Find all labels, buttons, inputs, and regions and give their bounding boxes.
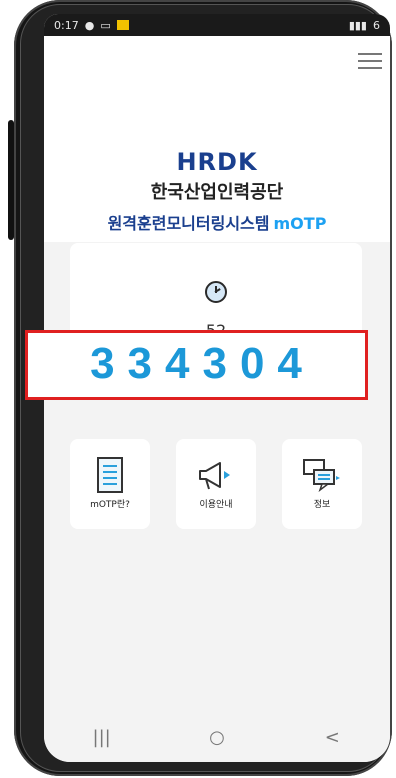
system-title: 원격훈련모니터링시스템 mOTP xyxy=(44,210,390,234)
megaphone-icon xyxy=(176,453,256,497)
system-title-suffix: mOTP xyxy=(273,214,327,233)
battery-level: 6 xyxy=(373,18,380,32)
tile-info[interactable]: 정보 xyxy=(282,439,362,529)
tile-label: mOTP란? xyxy=(90,500,130,510)
menu-tiles: mOTP란? 이용안내 정보 xyxy=(70,439,362,529)
home-button[interactable]: ○ xyxy=(197,727,237,748)
tile-label: 이용안내 xyxy=(199,500,233,510)
document-icon xyxy=(70,453,150,497)
recent-apps-button[interactable]: ||| xyxy=(82,727,122,748)
notification-icon: ● xyxy=(84,18,95,32)
message-icon: ▭ xyxy=(100,18,111,32)
system-title-text: 원격훈련모니터링시스템 xyxy=(107,214,270,233)
header: HRDK 한국산업인력공단 원격훈련모니터링시스템 mOTP xyxy=(44,86,390,242)
app-notification-icon xyxy=(116,20,129,30)
tile-what-is-motp[interactable]: mOTP란? xyxy=(70,439,150,529)
status-time: 0:17 xyxy=(54,18,79,32)
otp-code: 334304 xyxy=(90,339,315,388)
organization-name: 한국산업인력공단 xyxy=(150,182,284,203)
signal-icon: ▮▮▮ xyxy=(348,18,367,32)
tile-usage-guide[interactable]: 이용안내 xyxy=(176,439,256,529)
status-bar: 0:17 ● ▭ ▮▮▮ 6 xyxy=(44,14,390,36)
app-bar xyxy=(44,36,390,86)
system-nav-bar: ||| ○ < xyxy=(44,712,390,762)
back-button[interactable]: < xyxy=(312,727,352,748)
phone-side-button xyxy=(8,120,14,240)
hamburger-menu-icon[interactable] xyxy=(358,48,382,74)
clock-icon xyxy=(205,281,227,303)
tile-label: 정보 xyxy=(313,500,331,510)
otp-code-highlight: 334304 xyxy=(25,330,368,400)
chat-bubbles-icon xyxy=(282,453,362,497)
hrdk-logo: HRDK xyxy=(176,148,258,176)
